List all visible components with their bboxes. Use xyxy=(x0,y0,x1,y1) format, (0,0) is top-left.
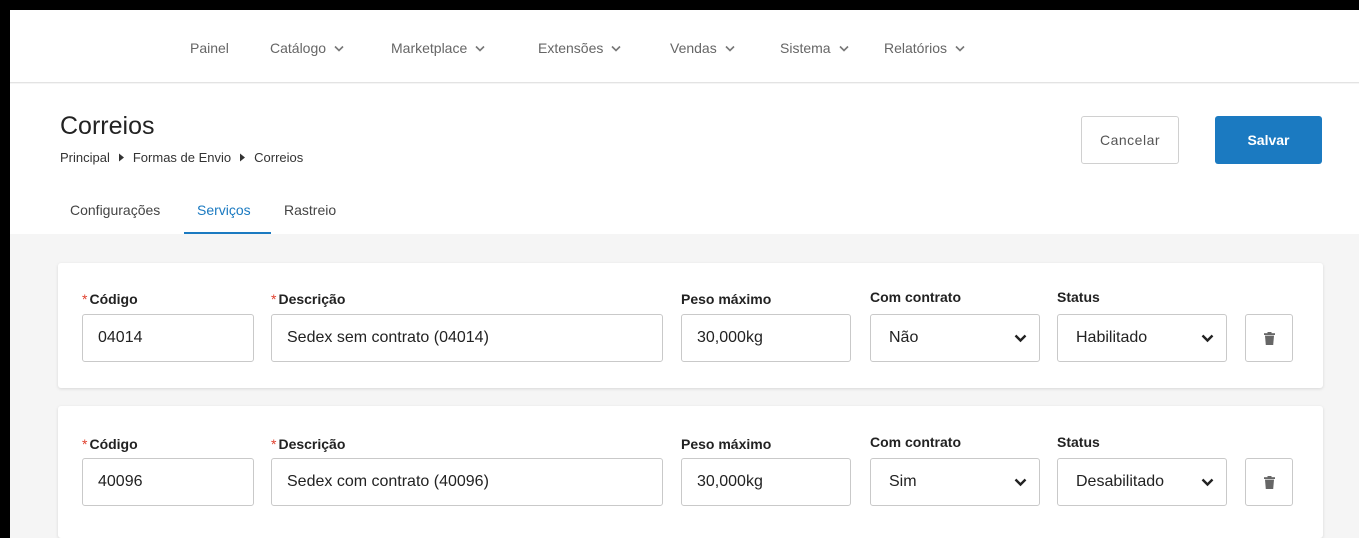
nav-item-vendas[interactable]: Vendas xyxy=(670,40,735,56)
nav-item-label: Vendas xyxy=(670,40,717,56)
contrato-select[interactable]: Sim xyxy=(870,458,1040,506)
chevron-down-icon xyxy=(1014,334,1027,342)
service-card: * Código * Descrição Peso máximo Com contr… xyxy=(58,406,1323,538)
tab-servicos[interactable]: Serviços xyxy=(197,202,251,218)
nav-item-marketplace[interactable]: Marketplace xyxy=(391,40,485,56)
chevron-right-icon xyxy=(118,153,124,162)
delete-service-button[interactable] xyxy=(1245,314,1293,362)
required-marker: * xyxy=(82,291,88,307)
trash-icon xyxy=(1263,475,1275,489)
nav-item-sistema[interactable]: Sistema xyxy=(780,40,849,56)
nav-item-painel[interactable]: Painel xyxy=(190,40,229,56)
nav-item-label: Extensões xyxy=(538,40,604,56)
nav-item-catalogo[interactable]: Catálogo xyxy=(270,40,344,56)
active-tab-indicator xyxy=(184,232,271,234)
nav-item-label: Sistema xyxy=(780,40,831,56)
status-select[interactable]: Habilitado xyxy=(1057,314,1227,362)
status-label: Status xyxy=(1057,434,1100,450)
top-navigation: Painel Catálogo Marketplace Extensões Ve… xyxy=(10,10,1359,83)
peso-label: Peso máximo xyxy=(681,436,772,452)
contrato-select[interactable]: Não xyxy=(870,314,1040,362)
chevron-down-icon xyxy=(611,45,621,52)
breadcrumb-item[interactable]: Formas de Envio xyxy=(133,150,231,165)
chevron-down-icon xyxy=(725,45,735,52)
nav-item-label: Catálogo xyxy=(270,40,327,56)
peso-input[interactable]: 30,000kg xyxy=(681,314,851,362)
peso-input[interactable]: 30,000kg xyxy=(681,458,851,506)
chevron-down-icon xyxy=(334,45,344,52)
tab-rastreio[interactable]: Rastreio xyxy=(284,202,336,218)
codigo-label: * Código xyxy=(82,291,138,307)
nav-item-extensoes[interactable]: Extensões xyxy=(538,40,621,56)
trash-icon xyxy=(1263,331,1275,345)
chevron-down-icon xyxy=(1201,478,1214,486)
contrato-value: Não xyxy=(889,329,919,346)
required-marker: * xyxy=(271,291,277,307)
nav-item-label: Relatórios xyxy=(884,40,948,56)
contrato-label: Com contrato xyxy=(870,434,961,450)
breadcrumb-item[interactable]: Principal xyxy=(60,150,110,165)
app-window: Painel Catálogo Marketplace Extensões Ve… xyxy=(10,10,1359,538)
codigo-input[interactable]: 04014 xyxy=(82,314,254,362)
save-button[interactable]: Salvar xyxy=(1215,116,1322,164)
breadcrumb: Principal Formas de Envio Correios xyxy=(60,150,303,165)
peso-label: Peso máximo xyxy=(681,291,772,307)
chevron-down-icon xyxy=(1014,478,1027,486)
nav-item-label: Marketplace xyxy=(391,40,468,56)
chevron-down-icon xyxy=(1201,334,1214,342)
nav-item-label: Painel xyxy=(190,40,229,56)
status-value: Desabilitado xyxy=(1076,473,1165,490)
status-value: Habilitado xyxy=(1076,329,1148,346)
nav-item-relatorios[interactable]: Relatórios xyxy=(884,40,965,56)
required-marker: * xyxy=(82,436,88,452)
contrato-value: Sim xyxy=(889,473,917,490)
breadcrumb-item[interactable]: Correios xyxy=(254,150,303,165)
delete-service-button[interactable] xyxy=(1245,458,1293,506)
required-marker: * xyxy=(271,436,277,452)
status-label: Status xyxy=(1057,289,1100,305)
cancel-button[interactable]: Cancelar xyxy=(1081,116,1179,164)
descricao-label: * Descrição xyxy=(271,436,346,452)
page-header: Correios Principal Formas de Envio Corre… xyxy=(10,84,1359,234)
codigo-input[interactable]: 40096 xyxy=(82,458,254,506)
status-select[interactable]: Desabilitado xyxy=(1057,458,1227,506)
chevron-down-icon xyxy=(475,45,485,52)
service-card: * Código * Descrição Peso máximo Com contr… xyxy=(58,263,1323,388)
chevron-down-icon xyxy=(955,45,965,52)
codigo-label: * Código xyxy=(82,436,138,452)
page-title: Correios xyxy=(60,112,155,140)
descricao-input[interactable]: Sedex sem contrato (04014) xyxy=(271,314,663,362)
tab-configuracoes[interactable]: Configurações xyxy=(70,202,160,218)
descricao-input[interactable]: Sedex com contrato (40096) xyxy=(271,458,663,506)
contrato-label: Com contrato xyxy=(870,289,961,305)
chevron-down-icon xyxy=(839,45,849,52)
descricao-label: * Descrição xyxy=(271,291,346,307)
chevron-right-icon xyxy=(240,153,246,162)
